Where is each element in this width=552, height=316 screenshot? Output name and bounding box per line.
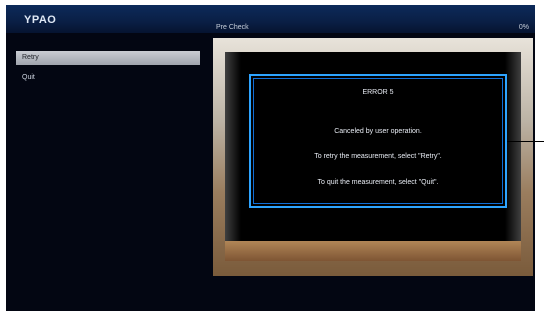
top-bar: YPAO Pre Check 0%: [6, 5, 535, 33]
page-title: Pre Check: [216, 24, 249, 31]
error-dialog: ERROR 5 Canceled by user operation. To r…: [249, 74, 507, 208]
error-message-line-3: To quit the measurement, select "Quit".: [317, 179, 439, 186]
error-heading: ERROR 5: [362, 89, 394, 96]
error-message-line-1: Canceled by user operation.: [334, 128, 422, 135]
room-floor: [225, 241, 521, 261]
progress-percent: 0%: [518, 24, 529, 31]
sidebar-menu: Retry Quit: [6, 33, 208, 311]
menu-item-quit[interactable]: Quit: [16, 71, 200, 85]
error-message-line-2: To retry the measurement, select "Retry"…: [314, 153, 442, 160]
callout-line: [507, 141, 544, 142]
menu-item-retry[interactable]: Retry: [16, 51, 200, 65]
brand-logo: YPAO: [24, 14, 57, 26]
